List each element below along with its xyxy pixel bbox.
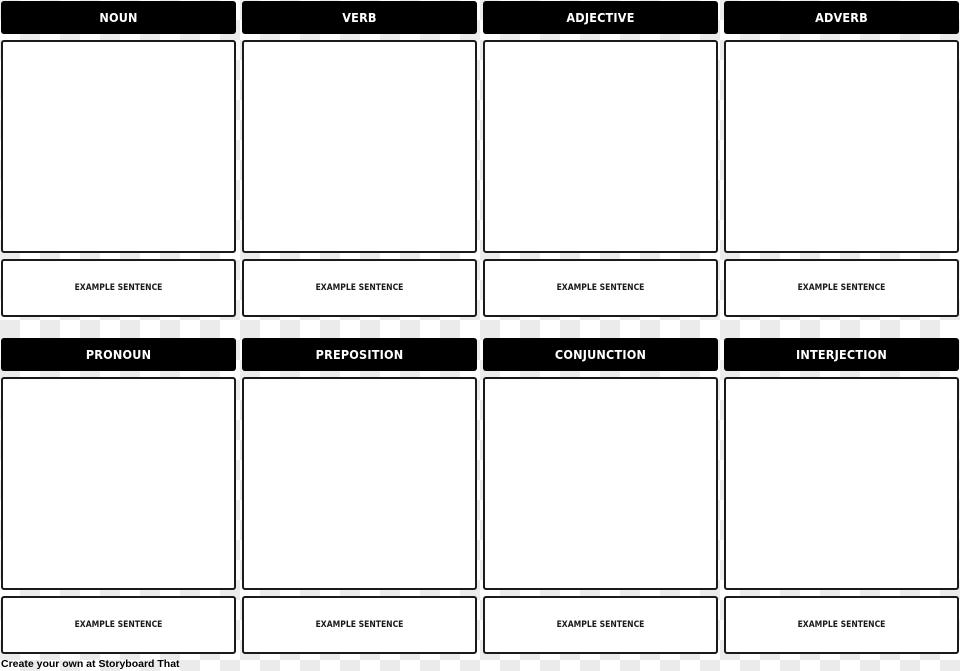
example-sentence-box[interactable]: EXAMPLE SENTENCE [724,259,959,317]
example-sentence-box[interactable]: EXAMPLE SENTENCE [483,596,718,654]
cell-title: ADVERB [724,1,959,34]
cell-title: VERB [242,1,477,34]
example-sentence-box[interactable]: EXAMPLE SENTENCE [483,259,718,317]
example-sentence-box[interactable]: EXAMPLE SENTENCE [1,259,236,317]
footer-credit: Create your own at Storyboard That [1,658,180,670]
image-box[interactable] [1,40,236,253]
example-sentence-box[interactable]: EXAMPLE SENTENCE [242,596,477,654]
image-box[interactable] [1,377,236,590]
example-sentence-box[interactable]: EXAMPLE SENTENCE [724,596,959,654]
cell-title: ADJECTIVE [483,1,718,34]
cell-title: INTERJECTION [724,338,959,371]
image-box[interactable] [483,377,718,590]
cell-title: PREPOSITION [242,338,477,371]
cell-title: NOUN [1,1,236,34]
example-sentence-box[interactable]: EXAMPLE SENTENCE [1,596,236,654]
image-box[interactable] [724,40,959,253]
image-box[interactable] [242,377,477,590]
image-box[interactable] [724,377,959,590]
cell-title: PRONOUN [1,338,236,371]
image-box[interactable] [483,40,718,253]
cell-title: CONJUNCTION [483,338,718,371]
image-box[interactable] [242,40,477,253]
example-sentence-box[interactable]: EXAMPLE SENTENCE [242,259,477,317]
